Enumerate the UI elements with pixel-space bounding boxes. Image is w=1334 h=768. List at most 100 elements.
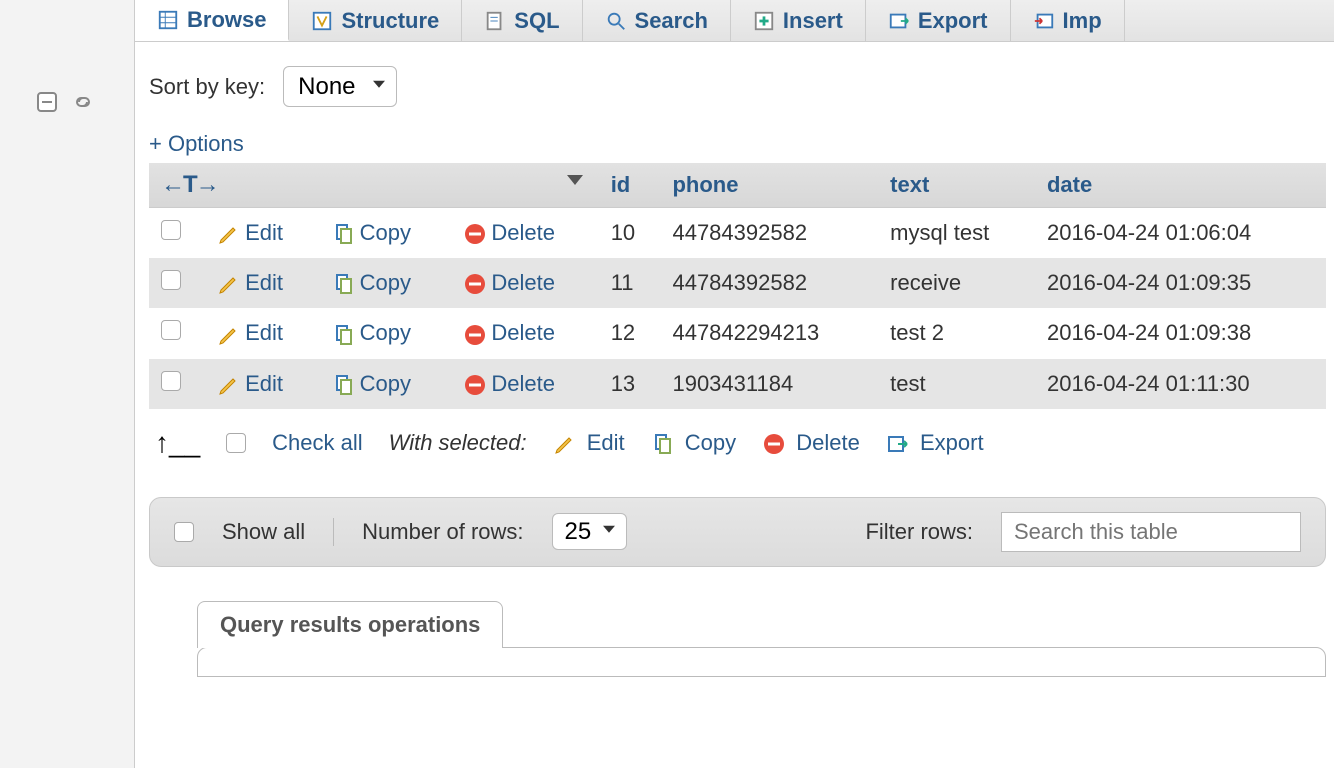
pencil-icon [217, 272, 241, 296]
cell-text: test 2 [878, 308, 1035, 358]
bulk-edit[interactable]: Edit [553, 430, 625, 456]
num-rows-label: Number of rows: [362, 519, 523, 545]
tab-sql[interactable]: SQL [462, 0, 582, 41]
check-all-checkbox[interactable] [226, 433, 246, 453]
sort-by-key-select[interactable]: None [283, 66, 397, 107]
cell-date: 2016-04-24 01:06:04 [1035, 208, 1326, 259]
check-all-link[interactable]: Check all [272, 430, 362, 456]
row-checkbox[interactable] [161, 270, 181, 290]
col-id[interactable]: id [599, 163, 661, 208]
sort-by-key-label: Sort by key: [149, 74, 265, 100]
filter-rows-label: Filter rows: [865, 519, 973, 545]
nav-sidebar [0, 0, 135, 768]
edit-link[interactable]: Edit [217, 320, 283, 345]
bulk-export[interactable]: Export [886, 430, 984, 456]
top-tabs: Browse Structure SQL Search [135, 0, 1334, 42]
cell-date: 2016-04-24 01:09:35 [1035, 258, 1326, 308]
copy-link[interactable]: Copy [332, 270, 411, 295]
copy-icon [332, 222, 356, 246]
cell-text: mysql test [878, 208, 1035, 259]
cell-text: test [878, 359, 1035, 409]
sql-icon [484, 10, 506, 32]
pencil-icon [217, 323, 241, 347]
options-toggle[interactable]: + Options [149, 131, 1326, 157]
delete-icon [463, 272, 487, 296]
row-checkbox[interactable] [161, 220, 181, 240]
edit-link[interactable]: Edit [217, 371, 283, 396]
cell-phone: 447842294213 [660, 308, 878, 358]
copy-icon [332, 272, 356, 296]
copy-icon [332, 323, 356, 347]
edit-link[interactable]: Edit [217, 270, 283, 295]
divider [333, 518, 334, 546]
pencil-icon [217, 222, 241, 246]
num-rows-select[interactable]: 25 [552, 513, 627, 550]
tab-browse[interactable]: Browse [135, 0, 289, 41]
bulk-delete[interactable]: Delete [762, 430, 860, 456]
tab-import[interactable]: Imp [1011, 0, 1125, 41]
fullcol-header[interactable]: ←T→ [149, 163, 599, 208]
show-all-checkbox[interactable] [174, 522, 194, 542]
cell-phone: 44784392582 [660, 258, 878, 308]
cell-phone: 1903431184 [660, 359, 878, 409]
export-icon [886, 432, 910, 456]
edit-link[interactable]: Edit [217, 220, 283, 245]
column-range-icon: ←T→ [161, 171, 218, 198]
delete-link[interactable]: Delete [463, 320, 555, 345]
cell-date: 2016-04-24 01:09:38 [1035, 308, 1326, 358]
col-date[interactable]: date [1035, 163, 1326, 208]
query-results-ops-panel [197, 647, 1326, 677]
cell-text: receive [878, 258, 1035, 308]
delete-link[interactable]: Delete [463, 371, 555, 396]
table-row: Edit Copy Delete 12447842294213test 22016-0… [149, 308, 1326, 358]
tab-search[interactable]: Search [583, 0, 731, 41]
query-results-ops-title: Query results operations [197, 601, 503, 648]
export-icon [888, 10, 910, 32]
cell-id: 11 [599, 258, 661, 308]
col-phone[interactable]: phone [660, 163, 878, 208]
copy-link[interactable]: Copy [332, 220, 411, 245]
show-all-label: Show all [222, 519, 305, 545]
filter-rows-input[interactable] [1001, 512, 1301, 552]
pencil-icon [217, 373, 241, 397]
delete-link[interactable]: Delete [463, 220, 555, 245]
col-text[interactable]: text [878, 163, 1035, 208]
tab-structure[interactable]: Structure [289, 0, 462, 41]
row-checkbox[interactable] [161, 320, 181, 340]
select-arrow-icon: ↑__ [155, 427, 200, 459]
copy-icon [651, 432, 675, 456]
copy-icon [332, 373, 356, 397]
cell-date: 2016-04-24 01:11:30 [1035, 359, 1326, 409]
tab-label: Structure [341, 8, 439, 34]
data-table: ←T→ id phone text date EditCopyDelete104… [149, 163, 1326, 409]
search-icon [605, 10, 627, 32]
table-row: Edit Copy Delete 1144784392582receive2016-0… [149, 258, 1326, 308]
delete-link[interactable]: Delete [463, 270, 555, 295]
tab-label: Browse [187, 7, 266, 33]
copy-link[interactable]: Copy [332, 320, 411, 345]
tab-label: Imp [1063, 8, 1102, 34]
tab-insert[interactable]: Insert [731, 0, 866, 41]
delete-icon [463, 222, 487, 246]
copy-link[interactable]: Copy [332, 371, 411, 396]
delete-icon [463, 323, 487, 347]
cell-id: 12 [599, 308, 661, 358]
tab-label: SQL [514, 8, 559, 34]
insert-icon [753, 10, 775, 32]
tab-export[interactable]: Export [866, 0, 1011, 41]
tab-label: Export [918, 8, 988, 34]
row-checkbox[interactable] [161, 371, 181, 391]
table-row: EditCopyDelete131903431184test2016-04-24… [149, 359, 1326, 409]
structure-icon [311, 10, 333, 32]
import-icon [1033, 10, 1055, 32]
tab-label: Insert [783, 8, 843, 34]
pager-bar: Show all Number of rows: 25 Filter rows: [149, 497, 1326, 567]
collapse-icon[interactable] [35, 90, 59, 114]
table-row: EditCopyDelete1044784392582mysql test201… [149, 208, 1326, 259]
cell-phone: 44784392582 [660, 208, 878, 259]
browse-icon [157, 9, 179, 31]
with-selected-label: With selected: [389, 430, 527, 456]
bulk-copy[interactable]: Copy [651, 430, 736, 456]
link-icon[interactable] [71, 90, 95, 114]
tab-label: Search [635, 8, 708, 34]
